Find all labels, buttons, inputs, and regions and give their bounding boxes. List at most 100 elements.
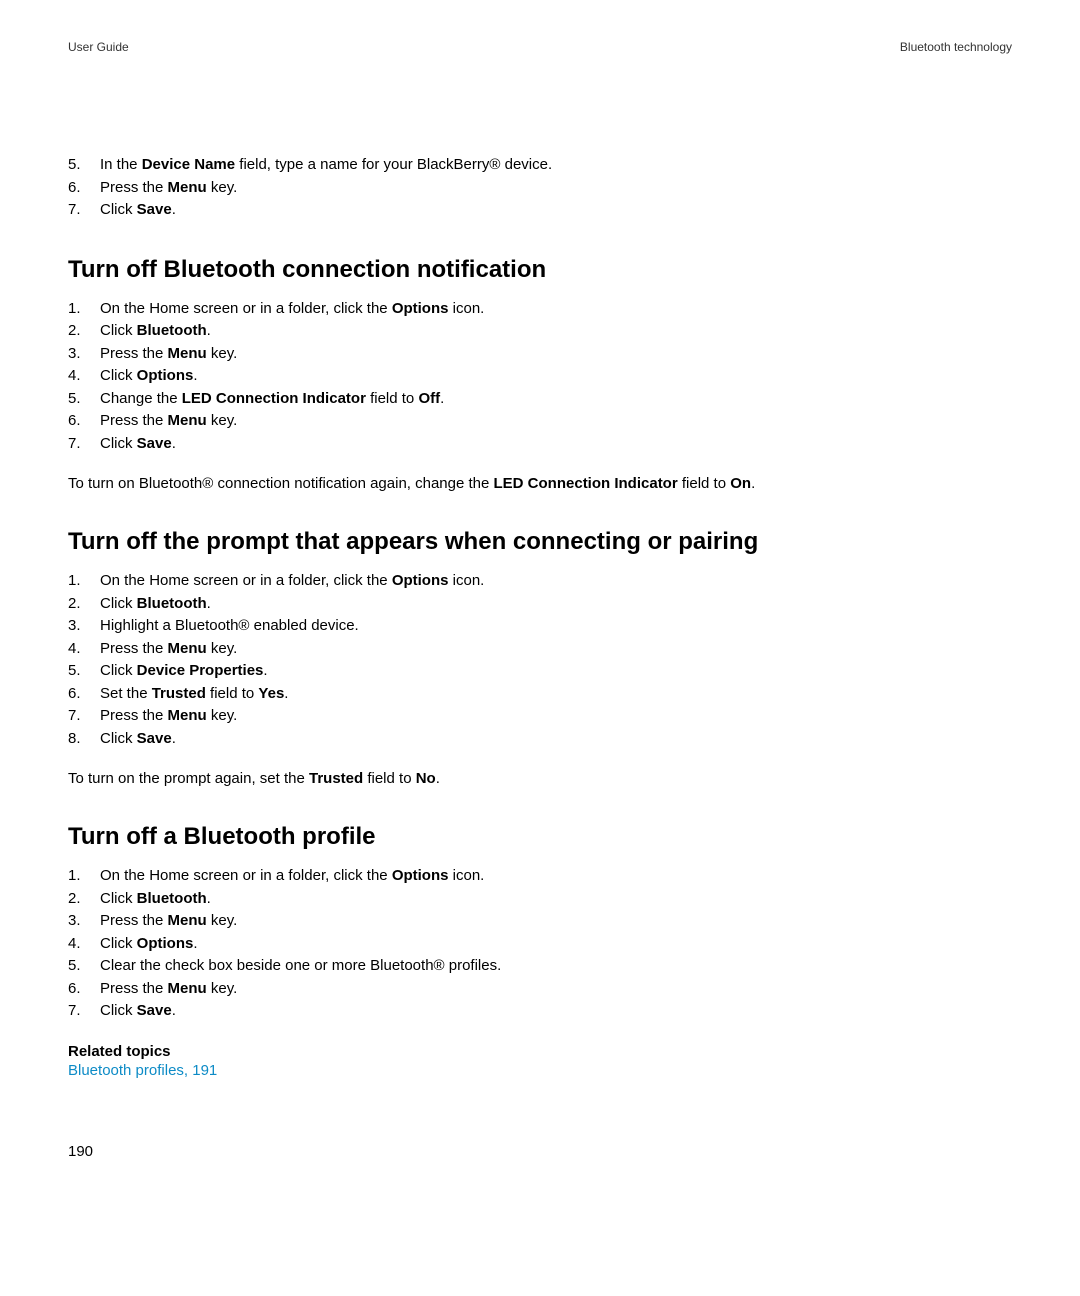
header-right: Bluetooth technology <box>900 40 1012 54</box>
step-text: In the <box>100 156 142 173</box>
list-item: 7. Press the Menu key. <box>68 705 1012 728</box>
note-mid: field to <box>678 475 731 492</box>
step-text: Click <box>100 595 137 612</box>
bold-text: LED Connection Indicator <box>494 475 678 492</box>
step-text: field to <box>206 685 259 702</box>
list-item: 5. Change the LED Connection Indicator f… <box>68 388 1012 411</box>
bold-text: On <box>730 475 751 492</box>
step-text: Click <box>100 367 137 384</box>
step-text: Click <box>100 662 137 679</box>
bold-text: Menu <box>168 912 207 929</box>
step-number: 6. <box>68 177 81 200</box>
bold-text: Bluetooth <box>137 595 207 612</box>
step-number: 2. <box>68 320 81 343</box>
related-link[interactable]: Bluetooth profiles, 191 <box>68 1062 217 1079</box>
list-item: 6. Press the Menu key. <box>68 177 1012 200</box>
step-text: . <box>172 730 176 747</box>
step-text: Set the <box>100 685 152 702</box>
bold-text: Bluetooth <box>137 890 207 907</box>
list-item: 6. Press the Menu key. <box>68 978 1012 1001</box>
list-item: 5. In the Device Name field, type a name… <box>68 154 1012 177</box>
note-text: To turn on Bluetooth® connection notific… <box>68 473 1012 494</box>
step-text: . <box>207 322 211 339</box>
step-text: Click <box>100 935 137 952</box>
step-text: . <box>172 1002 176 1019</box>
step-number: 6. <box>68 978 81 1001</box>
bold-text: Menu <box>168 345 207 362</box>
bold-text: Device Properties <box>137 662 264 679</box>
bold-text: Off <box>418 390 440 407</box>
list-item: 8. Click Save. <box>68 728 1012 751</box>
step-text: Clear the check box beside one or more B… <box>100 957 501 974</box>
step-number: 4. <box>68 638 81 661</box>
page-header: User Guide Bluetooth technology <box>68 40 1012 54</box>
section-heading: Turn off a Bluetooth profile <box>68 823 1012 851</box>
step-number: 5. <box>68 955 81 978</box>
list-item: 3. Press the Menu key. <box>68 910 1012 933</box>
step-text: . <box>440 390 444 407</box>
step-number: 1. <box>68 298 81 321</box>
note-post: . <box>751 475 755 492</box>
list-item: 2. Click Bluetooth. <box>68 593 1012 616</box>
step-text: Highlight a Bluetooth® enabled device. <box>100 617 359 634</box>
list-item: 6. Press the Menu key. <box>68 410 1012 433</box>
step-number: 8. <box>68 728 81 751</box>
list-item: 7. Click Save. <box>68 1000 1012 1023</box>
list-item: 5. Clear the check box beside one or mor… <box>68 955 1012 978</box>
bold-text: Save <box>137 201 172 218</box>
step-text: . <box>284 685 288 702</box>
page-number: 190 <box>68 1143 93 1160</box>
step-number: 2. <box>68 888 81 911</box>
step-number: 1. <box>68 865 81 888</box>
note-pre: To turn on the prompt again, set the <box>68 770 309 787</box>
bold-text: Menu <box>168 179 207 196</box>
bold-text: No <box>416 770 436 787</box>
step-number: 7. <box>68 199 81 222</box>
step-text: Press the <box>100 707 168 724</box>
step-text: key. <box>207 912 238 929</box>
step-number: 4. <box>68 933 81 956</box>
list-item: 4. Click Options. <box>68 365 1012 388</box>
note-pre: To turn on Bluetooth® connection notific… <box>68 475 494 492</box>
step-text: Click <box>100 1002 137 1019</box>
step-number: 5. <box>68 388 81 411</box>
step-text: key. <box>207 412 238 429</box>
bold-text: Save <box>137 1002 172 1019</box>
bold-text: Yes <box>258 685 284 702</box>
step-number: 7. <box>68 433 81 456</box>
step-text: . <box>172 435 176 452</box>
bold-text: Options <box>392 300 449 317</box>
list-item: 6. Set the Trusted field to Yes. <box>68 683 1012 706</box>
step-number: 7. <box>68 705 81 728</box>
steps-list: 1. On the Home screen or in a folder, cl… <box>68 865 1012 1023</box>
step-text: Press the <box>100 980 168 997</box>
step-text: Click <box>100 322 137 339</box>
list-item: 7. Click Save. <box>68 199 1012 222</box>
step-text: key. <box>207 640 238 657</box>
step-text: On the Home screen or in a folder, click… <box>100 572 392 589</box>
bold-text: Menu <box>168 412 207 429</box>
step-text: key. <box>207 707 238 724</box>
step-text: key. <box>207 980 238 997</box>
step-number: 3. <box>68 615 81 638</box>
step-text: Click <box>100 201 137 218</box>
note-text: To turn on the prompt again, set the Tru… <box>68 768 1012 789</box>
step-text: field to <box>366 390 419 407</box>
bold-text: Trusted <box>152 685 206 702</box>
section-heading: Turn off the prompt that appears when co… <box>68 528 1012 556</box>
step-text: Press the <box>100 640 168 657</box>
list-item: 1. On the Home screen or in a folder, cl… <box>68 570 1012 593</box>
step-text: icon. <box>448 867 484 884</box>
step-text: Click <box>100 730 137 747</box>
step-number: 2. <box>68 593 81 616</box>
list-item: 3. Press the Menu key. <box>68 343 1012 366</box>
note-post: . <box>436 770 440 787</box>
step-text: . <box>263 662 267 679</box>
bold-text: Options <box>392 867 449 884</box>
steps-list: 1. On the Home screen or in a folder, cl… <box>68 298 1012 456</box>
section-heading: Turn off Bluetooth connection notificati… <box>68 256 1012 284</box>
bold-text: Menu <box>168 980 207 997</box>
list-item: 5. Click Device Properties. <box>68 660 1012 683</box>
list-item: 4. Press the Menu key. <box>68 638 1012 661</box>
bold-text: Options <box>137 367 194 384</box>
